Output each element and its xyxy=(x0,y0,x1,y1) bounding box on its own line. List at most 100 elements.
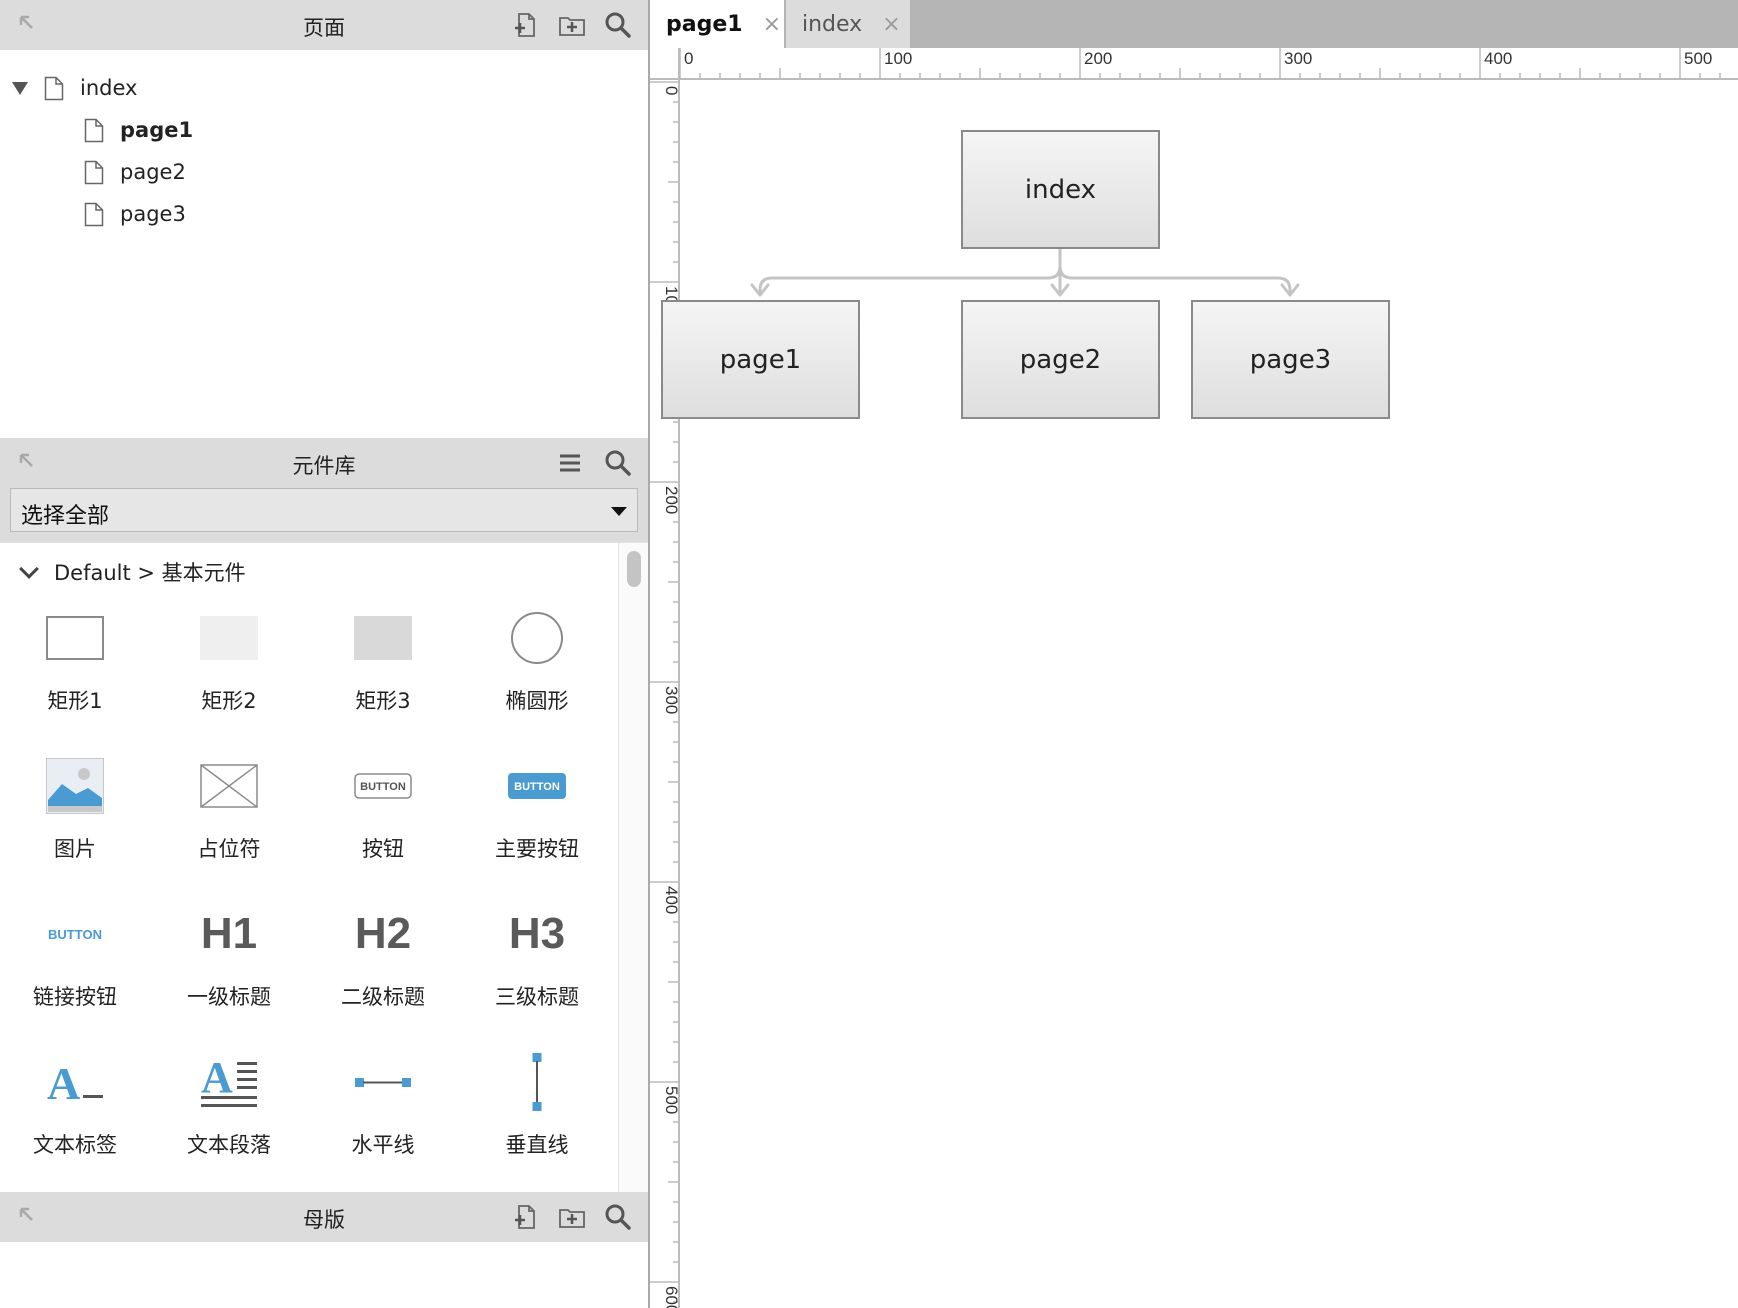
button-icon: BUTTON xyxy=(354,773,412,799)
widget-label: 二级标题 xyxy=(341,985,425,1009)
tab-index[interactable]: index × xyxy=(786,0,910,48)
library-group-header[interactable]: Default > 基本元件 xyxy=(18,557,246,587)
widget-label: 链接按钮 xyxy=(33,985,117,1009)
node-label: index xyxy=(1024,174,1097,205)
library-dropdown-value: 选择全部 xyxy=(21,504,110,529)
sitemap-node-page1[interactable]: page1 xyxy=(661,300,860,419)
widget-text-label[interactable]: A 文本标签 xyxy=(0,1047,150,1187)
widget-heading3[interactable]: H3 三级标题 xyxy=(462,899,612,1039)
horizontal-line-icon xyxy=(355,1078,411,1087)
widget-link-button[interactable]: BUTTON 链接按钮 xyxy=(0,899,150,1039)
widget-label: 三级标题 xyxy=(495,985,579,1009)
widget-rectangle1[interactable]: 矩形1 xyxy=(0,603,150,743)
library-scrollbar[interactable] xyxy=(618,543,648,1193)
masters-panel-title: 母版 xyxy=(303,1208,345,1232)
ruler-label: 500 xyxy=(662,1086,680,1114)
widget-heading1[interactable]: H1 一级标题 xyxy=(154,899,304,1039)
widget-rectangle2[interactable]: 矩形2 xyxy=(154,603,304,743)
masters-panel-header: 母版 xyxy=(0,1192,648,1242)
tree-item-label: page3 xyxy=(120,202,186,226)
tree-item-page2[interactable]: page2 xyxy=(84,152,186,192)
horizontal-ruler[interactable]: 0 100 200 300 400 500 xyxy=(650,48,1738,80)
widget-image[interactable]: 图片 xyxy=(0,751,150,891)
add-page-icon[interactable] xyxy=(512,11,540,39)
app-window: 页面 index page1 page2 page3 元件库 选择全部 Defa… xyxy=(0,0,1738,1308)
library-widget-list: Default > 基本元件 矩形1 矩形2 矩形3 椭圆形 图片 占位符 BU… xyxy=(0,542,648,1193)
tree-item-label: index xyxy=(80,76,138,100)
text-paragraph-icon: A xyxy=(201,1054,257,1107)
widget-button[interactable]: BUTTON 按钮 xyxy=(308,751,458,891)
page-icon xyxy=(44,76,64,100)
widget-heading2[interactable]: H2 二级标题 xyxy=(308,899,458,1039)
widget-vertical-line[interactable]: 垂直线 xyxy=(462,1047,612,1187)
search-icon[interactable] xyxy=(604,11,632,39)
heading3-icon: H3 xyxy=(508,909,566,958)
connector-page1 xyxy=(758,248,1062,296)
menu-icon[interactable] xyxy=(556,449,584,477)
widget-primary-button[interactable]: BUTTON 主要按钮 xyxy=(462,751,612,891)
node-label: page3 xyxy=(1249,344,1332,375)
widget-label: 文本标签 xyxy=(33,1133,117,1157)
search-icon[interactable] xyxy=(604,449,632,477)
tree-item-index[interactable]: index xyxy=(12,68,137,108)
widget-label: 占位符 xyxy=(197,837,261,861)
vertical-ruler[interactable]: 0100200300400500600 xyxy=(650,80,680,1308)
widget-rectangle3[interactable]: 矩形3 xyxy=(308,603,458,743)
ruler-label: 600 xyxy=(662,1286,680,1308)
rectangle-gray-icon xyxy=(354,616,412,660)
close-icon[interactable]: × xyxy=(882,12,900,37)
pages-panel-header: 页面 xyxy=(0,0,648,50)
ruler-label: 300 xyxy=(1284,49,1312,68)
ruler-label: 200 xyxy=(662,486,680,514)
widget-placeholder[interactable]: 占位符 xyxy=(154,751,304,891)
tab-label: page1 xyxy=(666,11,743,37)
add-folder-icon[interactable] xyxy=(558,11,586,39)
left-sidebar: 页面 index page1 page2 page3 元件库 选择全部 Defa… xyxy=(0,0,648,1308)
widget-text-paragraph[interactable]: A 文本段落 xyxy=(154,1047,304,1187)
tab-page1[interactable]: page1 × xyxy=(650,0,784,48)
widget-label: 文本段落 xyxy=(187,1133,271,1157)
sitemap-node-page2[interactable]: page2 xyxy=(961,300,1160,419)
scrollbar-thumb[interactable] xyxy=(627,551,641,587)
add-folder-icon[interactable] xyxy=(558,1203,586,1231)
widget-label: 图片 xyxy=(54,837,96,861)
masters-list xyxy=(0,1242,648,1308)
image-icon xyxy=(46,758,104,814)
expand-caret-icon[interactable] xyxy=(12,81,28,95)
library-dropdown[interactable]: 选择全部 xyxy=(10,488,638,532)
widget-label: 按钮 xyxy=(362,837,404,861)
page-icon xyxy=(84,118,104,142)
close-icon[interactable]: × xyxy=(763,12,781,37)
ruler-label: 0 xyxy=(684,49,693,68)
page-icon xyxy=(84,160,104,184)
sitemap-node-page3[interactable]: page3 xyxy=(1191,300,1390,419)
widget-label: 一级标题 xyxy=(187,985,271,1009)
ruler-label: 500 xyxy=(1684,49,1712,68)
widget-horizontal-line[interactable]: 水平线 xyxy=(308,1047,458,1187)
search-icon[interactable] xyxy=(604,1203,632,1231)
add-master-icon[interactable] xyxy=(512,1203,540,1231)
text-label-icon: A xyxy=(47,1058,103,1107)
connector-page3 xyxy=(1058,264,1292,296)
tree-item-page1[interactable]: page1 xyxy=(84,110,193,150)
rectangle-outline-icon xyxy=(46,616,104,660)
sitemap-node-index[interactable]: index xyxy=(961,130,1160,249)
ellipse-icon xyxy=(511,612,563,664)
library-panel-title: 元件库 xyxy=(292,454,356,478)
ruler-label: 300 xyxy=(662,686,680,714)
tab-label: index xyxy=(802,11,863,37)
sitemap-connectors xyxy=(750,248,1300,297)
widget-label: 矩形2 xyxy=(201,689,257,713)
ruler-label: 200 xyxy=(1084,49,1112,68)
widget-ellipse[interactable]: 椭圆形 xyxy=(462,603,612,743)
design-canvas[interactable]: index page1 page2 page3 xyxy=(661,82,1738,1308)
heading2-icon: H2 xyxy=(354,909,412,958)
pages-panel-title: 页面 xyxy=(303,16,345,40)
widget-label: 水平线 xyxy=(351,1133,415,1157)
dropdown-arrow-icon xyxy=(611,507,627,516)
tab-bar: page1 × index × xyxy=(650,0,1738,48)
library-group-label: Default > 基本元件 xyxy=(54,561,246,585)
link-button-icon-text: BUTTON xyxy=(48,927,102,942)
tree-item-page3[interactable]: page3 xyxy=(84,194,186,234)
page-icon xyxy=(84,202,104,226)
